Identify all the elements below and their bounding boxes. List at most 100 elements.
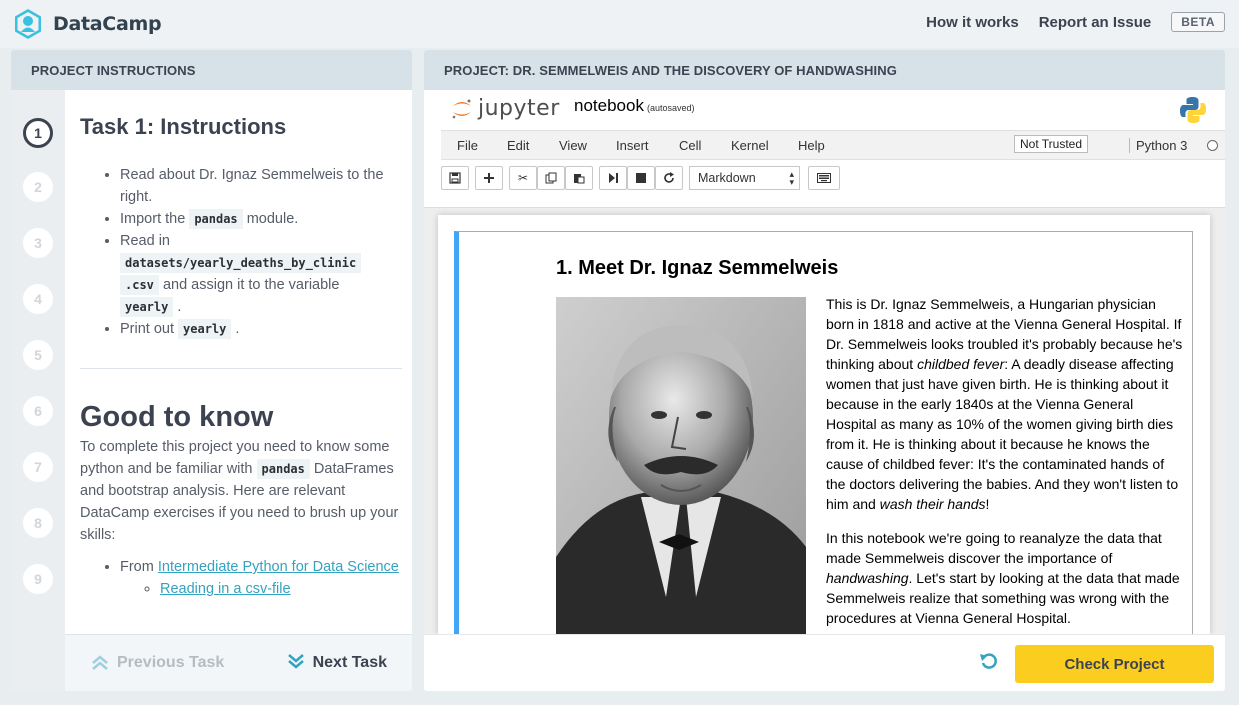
double-chevron-down-icon — [287, 654, 305, 672]
cut-button[interactable]: ✂ — [509, 166, 537, 190]
copy-icon — [545, 172, 557, 184]
cell-heading: 1. Meet Dr. Ignaz Semmelweis — [556, 257, 839, 279]
project-footer: Check Project — [424, 634, 1225, 691]
save-icon — [449, 172, 461, 184]
bullet-read-about: Read about Dr. Ignaz Semmelweis to the r… — [120, 164, 402, 208]
refresh-icon — [664, 172, 674, 183]
menu-view[interactable]: View — [559, 138, 587, 153]
cell-body-text: This is Dr. Ignaz Semmelweis, a Hungaria… — [826, 294, 1186, 640]
copy-button[interactable] — [537, 166, 565, 190]
para1-emphasis-fever: childbed fever — [917, 356, 1005, 372]
plus-icon — [484, 173, 494, 183]
paste-button[interactable] — [565, 166, 593, 190]
exercise-link[interactable]: Reading in a csv-file — [160, 581, 291, 597]
how-it-works-link[interactable]: How it works — [926, 14, 1019, 31]
step-1[interactable]: 1 — [23, 118, 53, 148]
task-steps: 1 2 3 4 5 6 7 8 9 — [11, 90, 65, 691]
next-task-label: Next Task — [312, 654, 387, 671]
code-pandas: pandas — [189, 209, 243, 229]
top-bar: DataCamp How it works Report an Issue BE… — [0, 0, 1239, 48]
datacamp-logo[interactable]: DataCamp — [12, 8, 162, 40]
cell-type-select[interactable]: Markdown ▴ ▾ — [689, 166, 800, 190]
double-chevron-up-icon — [91, 654, 109, 672]
bullet-text: . — [235, 321, 240, 337]
instructions-panel: PROJECT INSTRUCTIONS 1 2 3 4 5 6 7 8 9 T… — [11, 50, 412, 691]
check-project-button[interactable]: Check Project — [1015, 645, 1214, 683]
jupyter-icon — [452, 99, 471, 118]
notebook-menubar: File Edit View Insert Cell Kernel Help N… — [441, 130, 1225, 160]
jupyter-header: jupyter notebook (autosaved) File Edit Vi… — [424, 90, 1225, 190]
resource-subitem: Reading in a csv-file — [160, 578, 402, 600]
save-button[interactable] — [441, 166, 469, 190]
bullet-read-in: Read in datasets/yearly_deaths_by_clinic.… — [120, 230, 402, 318]
semmelweis-portrait-image — [556, 297, 806, 640]
bullet-import: Import the pandas module. — [120, 208, 402, 230]
autosave-status: (autosaved) — [646, 103, 695, 113]
good-to-know-text: To complete this project you need to kno… — [80, 436, 402, 546]
intro-paragraph: This is Dr. Ignaz Semmelweis, a Hungaria… — [826, 294, 1186, 514]
code-dataset-ext: .csv — [120, 275, 159, 295]
beta-badge: BETA — [1171, 12, 1225, 32]
jupyter-logo[interactable]: jupyter — [450, 96, 560, 121]
step-9[interactable]: 9 — [23, 564, 53, 594]
restart-button[interactable] — [655, 166, 683, 190]
menu-kernel[interactable]: Kernel — [731, 138, 769, 153]
bullet-text: module. — [246, 211, 299, 227]
insert-cell-button[interactable] — [475, 166, 503, 190]
kernel-status-icon — [1207, 140, 1218, 151]
para1-text-e: ! — [985, 496, 990, 512]
menu-insert[interactable]: Insert — [616, 138, 649, 153]
step-5[interactable]: 5 — [23, 340, 53, 370]
project-panel: PROJECT: DR. SEMMELWEIS AND THE DISCOVER… — [424, 50, 1225, 691]
notebook-area: 1. Meet Dr. Ignaz Semmelweis This is Dr.… — [424, 207, 1225, 641]
menu-help[interactable]: Help — [798, 138, 825, 153]
jupyter-wordmark: jupyter — [478, 96, 560, 121]
course-link[interactable]: Intermediate Python for Data Science — [158, 559, 399, 575]
instructions-content: Task 1: Instructions Read about Dr. Igna… — [80, 90, 402, 634]
task-title: Task 1: Instructions — [80, 114, 287, 139]
step-7[interactable]: 7 — [23, 452, 53, 482]
run-button[interactable] — [599, 166, 627, 190]
scissors-icon: ✂ — [517, 171, 529, 185]
step-forward-icon — [609, 173, 618, 183]
code-yearly: yearly — [178, 319, 232, 339]
menu-cell[interactable]: Cell — [679, 138, 701, 153]
task-bullets: Read about Dr. Ignaz Semmelweis to the r… — [80, 164, 402, 340]
para2-text-a: In this notebook we're going to reanalyz… — [826, 530, 1162, 566]
trust-button[interactable]: Not Trusted — [1014, 135, 1089, 153]
step-2[interactable]: 2 — [23, 172, 53, 202]
reset-icon[interactable] — [979, 651, 999, 671]
notebook-page: 1. Meet Dr. Ignaz Semmelweis This is Dr.… — [438, 215, 1210, 641]
previous-task-button[interactable]: Previous Task — [91, 654, 224, 672]
instructions-header: PROJECT INSTRUCTIONS — [11, 50, 412, 90]
report-issue-link[interactable]: Report an Issue — [1039, 14, 1152, 31]
menu-edit[interactable]: Edit — [507, 138, 529, 153]
para1-text-c: : A deadly disease affecting women that … — [826, 356, 1179, 512]
bullet-text: Read about Dr. Ignaz Semmelweis to the r… — [120, 167, 384, 205]
notebook-name: notebook — [574, 96, 644, 115]
markdown-cell[interactable]: 1. Meet Dr. Ignaz Semmelweis This is Dr.… — [454, 231, 1193, 641]
good-to-know-title: Good to know — [80, 401, 274, 433]
code-dataset-path: datasets/yearly_deaths_by_clinic — [120, 253, 362, 273]
bullet-text: and assign it to the variable — [162, 277, 340, 293]
bullet-text: . — [177, 299, 182, 315]
menu-file[interactable]: File — [457, 138, 478, 153]
resource-item: From Intermediate Python for Data Scienc… — [120, 556, 402, 600]
step-8[interactable]: 8 — [23, 508, 53, 538]
next-task-button[interactable]: Next Task — [287, 654, 387, 672]
paste-icon — [574, 174, 585, 184]
interrupt-button[interactable] — [627, 166, 655, 190]
step-4[interactable]: 4 — [23, 284, 53, 314]
keyboard-icon — [817, 173, 831, 183]
step-3[interactable]: 3 — [23, 228, 53, 258]
task-nav-footer: Previous Task Next Task — [65, 634, 412, 691]
command-palette-button[interactable] — [808, 166, 840, 190]
project-header: PROJECT: DR. SEMMELWEIS AND THE DISCOVER… — [424, 50, 1225, 90]
brand-name: DataCamp — [53, 13, 162, 35]
step-6[interactable]: 6 — [23, 396, 53, 426]
cell-type-value: Markdown — [698, 171, 756, 185]
kernel-name: Python 3 — [1129, 138, 1187, 153]
bullet-print: Print out yearly . — [120, 318, 402, 340]
bullet-text: Print out — [120, 321, 174, 337]
notebook-title[interactable]: notebook (autosaved) — [574, 96, 694, 116]
